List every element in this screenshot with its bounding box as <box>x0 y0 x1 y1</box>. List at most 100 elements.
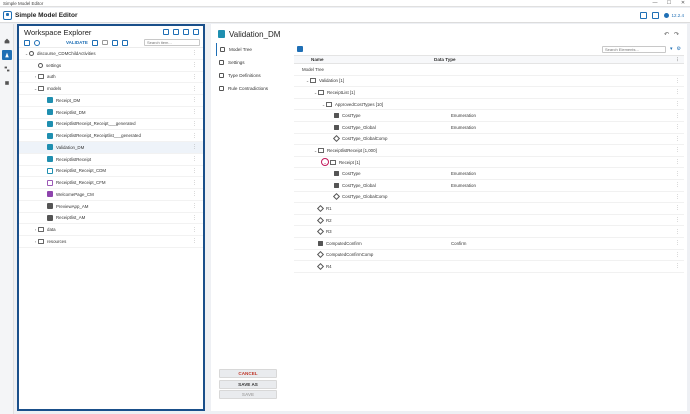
table-row[interactable]: CostType Enumeration ⋮ <box>294 110 684 122</box>
tree-item[interactable]: Receiptlist_AM ⋮ <box>19 213 203 225</box>
tree-item[interactable]: WelcomePage_CM ⋮ <box>19 189 203 201</box>
folder-open-icon[interactable] <box>173 29 179 35</box>
row-menu-icon[interactable]: ⋮ <box>675 229 680 235</box>
settings-app-icon[interactable] <box>640 11 648 19</box>
version-badge[interactable]: 12.2.4 <box>664 12 684 18</box>
tree-item[interactable]: Receiptlist_Receipt_CFM ⋮ <box>19 177 203 189</box>
tree-item[interactable]: Receipt_DM ⋮ <box>19 95 203 107</box>
more-options-icon[interactable]: ⋮ <box>192 203 197 209</box>
more-options-icon[interactable]: ⋮ <box>192 74 197 80</box>
table-row[interactable]: ComputedConfirmComp ⋮ <box>294 250 684 262</box>
row-menu-icon[interactable]: ⋮ <box>675 124 680 130</box>
more-options-icon[interactable]: ⋮ <box>192 238 197 244</box>
side-tab[interactable]: Settings <box>216 56 282 69</box>
tree-item[interactable]: ReceiptlistReceipt ⋮ <box>19 154 203 166</box>
undo-icon[interactable]: ↶ <box>664 31 669 38</box>
more-options-icon[interactable]: ⋮ <box>192 180 197 186</box>
tree-item[interactable]: ReceiptlistReceipt_Receipt___generated ⋮ <box>19 119 203 131</box>
more-options-icon[interactable]: ⋮ <box>192 191 197 197</box>
help-icon[interactable] <box>652 11 660 19</box>
table-row[interactable]: ⌄ Receipt [1] ⋮ <box>294 157 684 169</box>
row-menu-icon[interactable]: ⋮ <box>675 78 680 84</box>
more-options-icon[interactable]: ⋮ <box>192 86 197 92</box>
row-menu-icon[interactable]: ⋮ <box>675 194 680 200</box>
minimize-button[interactable]: — <box>652 0 658 6</box>
save-button[interactable]: SAVE <box>219 390 277 399</box>
validate-button[interactable]: VALIDATE <box>66 40 88 45</box>
more-options-icon[interactable]: ⋮ <box>192 215 197 221</box>
refresh-icon[interactable] <box>163 29 169 35</box>
table-row[interactable]: ComputedConfirm Confirm ⋮ <box>294 238 684 250</box>
filter-icon[interactable]: ▾ <box>670 46 673 52</box>
row-menu-icon[interactable]: ⋮ <box>675 147 680 153</box>
tree-item[interactable]: › resources ⋮ <box>19 236 203 248</box>
table-row[interactable]: ⌄ Validation [1] ⋮ <box>294 76 684 88</box>
table-row[interactable]: CostType_GlobalComp ⋮ <box>294 192 684 204</box>
side-tab[interactable]: Rule Contradictions <box>216 82 282 95</box>
options-icon[interactable]: ⚙ <box>677 46 681 52</box>
tree-item[interactable]: › auth ⋮ <box>19 72 203 84</box>
more-options-icon[interactable]: ⋮ <box>192 227 197 233</box>
more-options-icon[interactable]: ⋮ <box>192 121 197 127</box>
row-menu-icon[interactable]: ⋮ <box>675 113 680 119</box>
table-row[interactable]: Model Tree <box>294 64 684 76</box>
row-menu-icon[interactable]: ⋮ <box>675 171 680 177</box>
row-menu-icon[interactable]: ⋮ <box>675 205 680 211</box>
table-row[interactable]: CostType_Global Enumeration ⋮ <box>294 180 684 192</box>
save-as-button[interactable]: SAVE AS <box>219 379 277 389</box>
tree-item[interactable]: Validation_DM ⋮ <box>19 142 203 154</box>
more-options-icon[interactable]: ⋮ <box>192 97 197 103</box>
more-options-icon[interactable]: ⋮ <box>192 144 197 150</box>
expand-icon[interactable] <box>183 29 189 35</box>
tree-item[interactable]: Receiptlist_Receipt_CDM ⋮ <box>19 166 203 178</box>
hierarchy-icon[interactable] <box>2 64 12 74</box>
col-name-header[interactable]: Name <box>294 57 434 62</box>
close-button[interactable]: ✕ <box>680 0 686 6</box>
row-menu-icon[interactable]: ⋮ <box>675 101 680 107</box>
table-row[interactable]: R4 ⋮ <box>294 261 684 273</box>
table-row[interactable]: R2 ⋮ <box>294 215 684 227</box>
tree-item[interactable]: Receiptlist_DM ⋮ <box>19 107 203 119</box>
header-menu-icon[interactable]: ⋮ <box>675 57 684 63</box>
tree-item[interactable]: › data ⋮ <box>19 224 203 236</box>
more-options-icon[interactable]: ⋮ <box>192 62 197 68</box>
row-menu-icon[interactable]: ⋮ <box>675 182 680 188</box>
more-options-icon[interactable]: ⋮ <box>192 50 197 56</box>
highlight-circle-icon[interactable]: ⌄ <box>321 158 329 167</box>
add-element-icon[interactable] <box>297 46 303 52</box>
table-row[interactable]: CostType_Global Enumeration ⋮ <box>294 122 684 134</box>
cloud-icon[interactable] <box>91 39 98 46</box>
element-search-input[interactable] <box>602 45 666 53</box>
table-row[interactable]: R1 ⋮ <box>294 203 684 215</box>
table-row[interactable]: ⌄ ApprovedCostTypes [10] ⋮ <box>294 99 684 111</box>
table-row[interactable]: ⌄ ReceiptlistReceipt [1,000] ⋮ <box>294 145 684 157</box>
row-menu-icon[interactable]: ⋮ <box>675 263 680 269</box>
side-tab[interactable]: Model Tree <box>216 43 282 56</box>
col-type-header[interactable]: Data Type <box>434 57 456 62</box>
dropdown-toggle[interactable] <box>101 40 108 45</box>
home-icon[interactable] <box>2 36 12 46</box>
plugin-icon[interactable] <box>2 78 12 88</box>
tree-item[interactable]: PreviewApp_AM ⋮ <box>19 201 203 213</box>
table-row[interactable]: CostType_GlobalComp ⋮ <box>294 134 684 146</box>
menu-icon[interactable] <box>24 39 30 46</box>
tree-item[interactable]: settings ⋮ <box>19 60 203 72</box>
side-tab[interactable]: Type Definitions <box>216 69 282 82</box>
row-menu-icon[interactable]: ⋮ <box>675 89 680 95</box>
row-menu-icon[interactable]: ⋮ <box>675 252 680 258</box>
more-options-icon[interactable]: ⋮ <box>192 156 197 162</box>
more-options-icon[interactable]: ⋮ <box>192 168 197 174</box>
table-row[interactable]: ⌄ ReceiptList [1] ⋮ <box>294 87 684 99</box>
row-menu-icon[interactable]: ⋮ <box>675 240 680 246</box>
redo-icon[interactable]: ↷ <box>674 31 679 38</box>
tree-item[interactable]: ⌄ models ⋮ <box>19 83 203 95</box>
more-options-icon[interactable]: ⋮ <box>192 109 197 115</box>
add-icon[interactable] <box>34 39 40 46</box>
tree-item[interactable]: ReceiptlistReceipt_Receiptlist___generat… <box>19 130 203 142</box>
info-icon[interactable] <box>121 39 128 46</box>
explorer-icon[interactable] <box>2 50 12 60</box>
explorer-search-input[interactable] <box>144 39 200 46</box>
row-menu-icon[interactable]: ⋮ <box>675 217 680 223</box>
tree-item[interactable]: ⌄ discourse_CDMChildActivities ⋮ <box>19 48 203 60</box>
close-panel-icon[interactable] <box>193 29 199 35</box>
